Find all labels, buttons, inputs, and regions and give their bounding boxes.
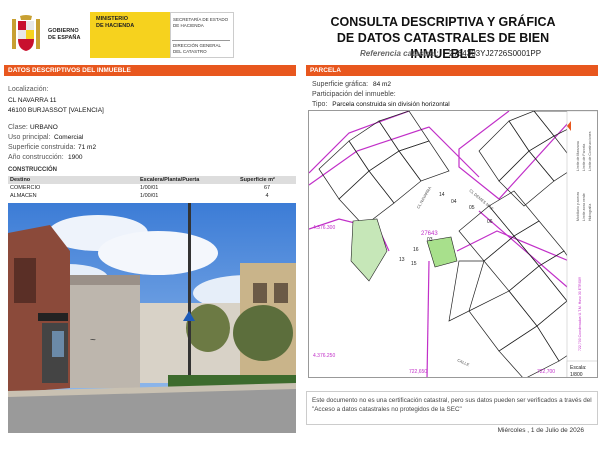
gov-line2: DE ESPAÑA: [48, 35, 81, 41]
map-coord-x2: 722,700: [537, 369, 555, 375]
map-parcel-label: 13: [399, 257, 405, 263]
cell-escalera: 1/00/01: [140, 185, 159, 191]
anio-label: Año construcción:: [8, 154, 64, 161]
clase-label: Clase:: [8, 124, 28, 131]
disclaimer: Este documento no es una certificación c…: [306, 391, 598, 425]
localizacion-label: Localización:: [8, 86, 49, 93]
graffiti: ~: [90, 335, 96, 346]
ministry-line2: DE HACIENDA: [96, 23, 135, 29]
government-logo: GOBIERNO DE ESPAÑA: [8, 12, 90, 58]
col-destino: Destino: [8, 176, 138, 184]
cell-escalera: 1/00/01: [140, 193, 159, 199]
section-title-descriptivos: DATOS DESCRIPTIVOS DEL INMUEBLE: [4, 65, 296, 76]
uso-value: Comercial: [54, 134, 84, 141]
escala-label: Escala:: [570, 365, 586, 371]
building-photo: ~: [8, 203, 296, 433]
legend-5: Límite zona verde: [582, 193, 586, 221]
map-side-text: 722,700 Coordenadas U.T.M. Huso 30 ETRS8…: [578, 277, 582, 351]
map-coord-y2: 4.376.250: [313, 353, 335, 359]
map-parcel-label: 06: [487, 219, 493, 225]
tipo: Tipo: Parcela construida sin división ho…: [312, 101, 450, 108]
col-escalera: Escalera/Planta/Puerta: [138, 176, 238, 184]
address-line1: CL NAVARRA 11: [8, 97, 57, 104]
map-parcel-label: 05: [469, 205, 475, 211]
tipo-label: Tipo:: [312, 101, 328, 108]
map-coord-x1: 722,650: [409, 369, 427, 375]
legend-1: Límite de Manzana: [576, 141, 580, 171]
section-title-parcela: PARCELA: [306, 65, 598, 76]
refcat-label: Referencia catastral:: [360, 49, 439, 58]
gov-line1: GOBIERNO: [48, 28, 79, 34]
superficie-label: Superficie construida:: [8, 144, 76, 151]
map-coord-y1: 4.376.300: [313, 225, 335, 231]
map-lot-number: 27643: [421, 231, 438, 237]
direccion-line2: DEL CATASTRO: [173, 49, 207, 54]
table-row: COMERCIO 1/00/01 67: [8, 184, 296, 192]
superficie-grafica-value: 84 m2: [372, 81, 392, 88]
secretaria-line2: DE HACIENDA: [173, 23, 204, 28]
document-date: Miércoles , 1 de Julio de 2026: [497, 427, 584, 434]
coat-of-arms-icon: [12, 15, 40, 51]
refcat: Referencia catastral: 2764303YJ2726S0001…: [360, 49, 541, 58]
clase-value: URBANO: [30, 124, 58, 131]
construccion-table: Destino Escalera/Planta/Puerta Superfici…: [8, 176, 296, 200]
refcat-value: 2764303YJ2726S0001PP: [448, 49, 542, 58]
superficie-value: 71 m2: [78, 144, 97, 151]
participacion-label: Participación del inmueble:: [312, 91, 396, 98]
legend-2: Límite de Parcela: [582, 144, 586, 171]
table-row: ALMACEN 1/00/01 4: [8, 192, 296, 200]
map-parcel-label: 14: [439, 192, 445, 198]
address-line2: 46100 BURJASSOT [VALENCIA]: [8, 107, 104, 114]
participacion: Participación del inmueble:: [312, 91, 396, 98]
legend-6: Hidrografía: [588, 204, 592, 221]
header-divider: [172, 40, 230, 41]
map-parcel-label: 15: [411, 261, 417, 267]
map-parcel-label: 16: [413, 247, 419, 253]
map-parcel-label: 03: [427, 237, 433, 243]
cell-superficie: 67: [263, 185, 271, 191]
table-header-row: Destino Escalera/Planta/Puerta Superfici…: [8, 176, 296, 184]
legend-3: Límite de Construcciones: [588, 131, 592, 171]
cadastral-map[interactable]: 04 03 05 06 14 16 15 13 27643 CL NAVARRA…: [308, 110, 598, 378]
disclaimer-text: Este documento no es una certificación c…: [312, 397, 592, 413]
col-superficie: Superficie m²: [238, 176, 296, 184]
construccion-label: CONSTRUCCIÓN: [8, 167, 57, 173]
uso-label: Uso principal:: [8, 134, 51, 141]
superficie-grafica: Superficie gráfica: 84 m2: [312, 81, 391, 88]
escala-value: 1/800: [570, 372, 583, 378]
legend-4: Mobiliario y aceras: [576, 192, 580, 221]
ministry-logo: MINISTERIO DE HACIENDA: [90, 12, 170, 58]
ministry-line1: MINISTERIO: [96, 16, 129, 22]
tipo-value: Parcela construida sin división horizont…: [332, 101, 450, 108]
cell-destino: ALMACEN: [10, 193, 37, 199]
cell-superficie: 4: [265, 193, 269, 199]
superficie-grafica-label: Superficie gráfica:: [312, 81, 369, 88]
anio-value: 1900: [68, 154, 83, 161]
cell-destino: COMERCIO: [10, 185, 41, 191]
map-parcel-label: 04: [451, 199, 457, 205]
